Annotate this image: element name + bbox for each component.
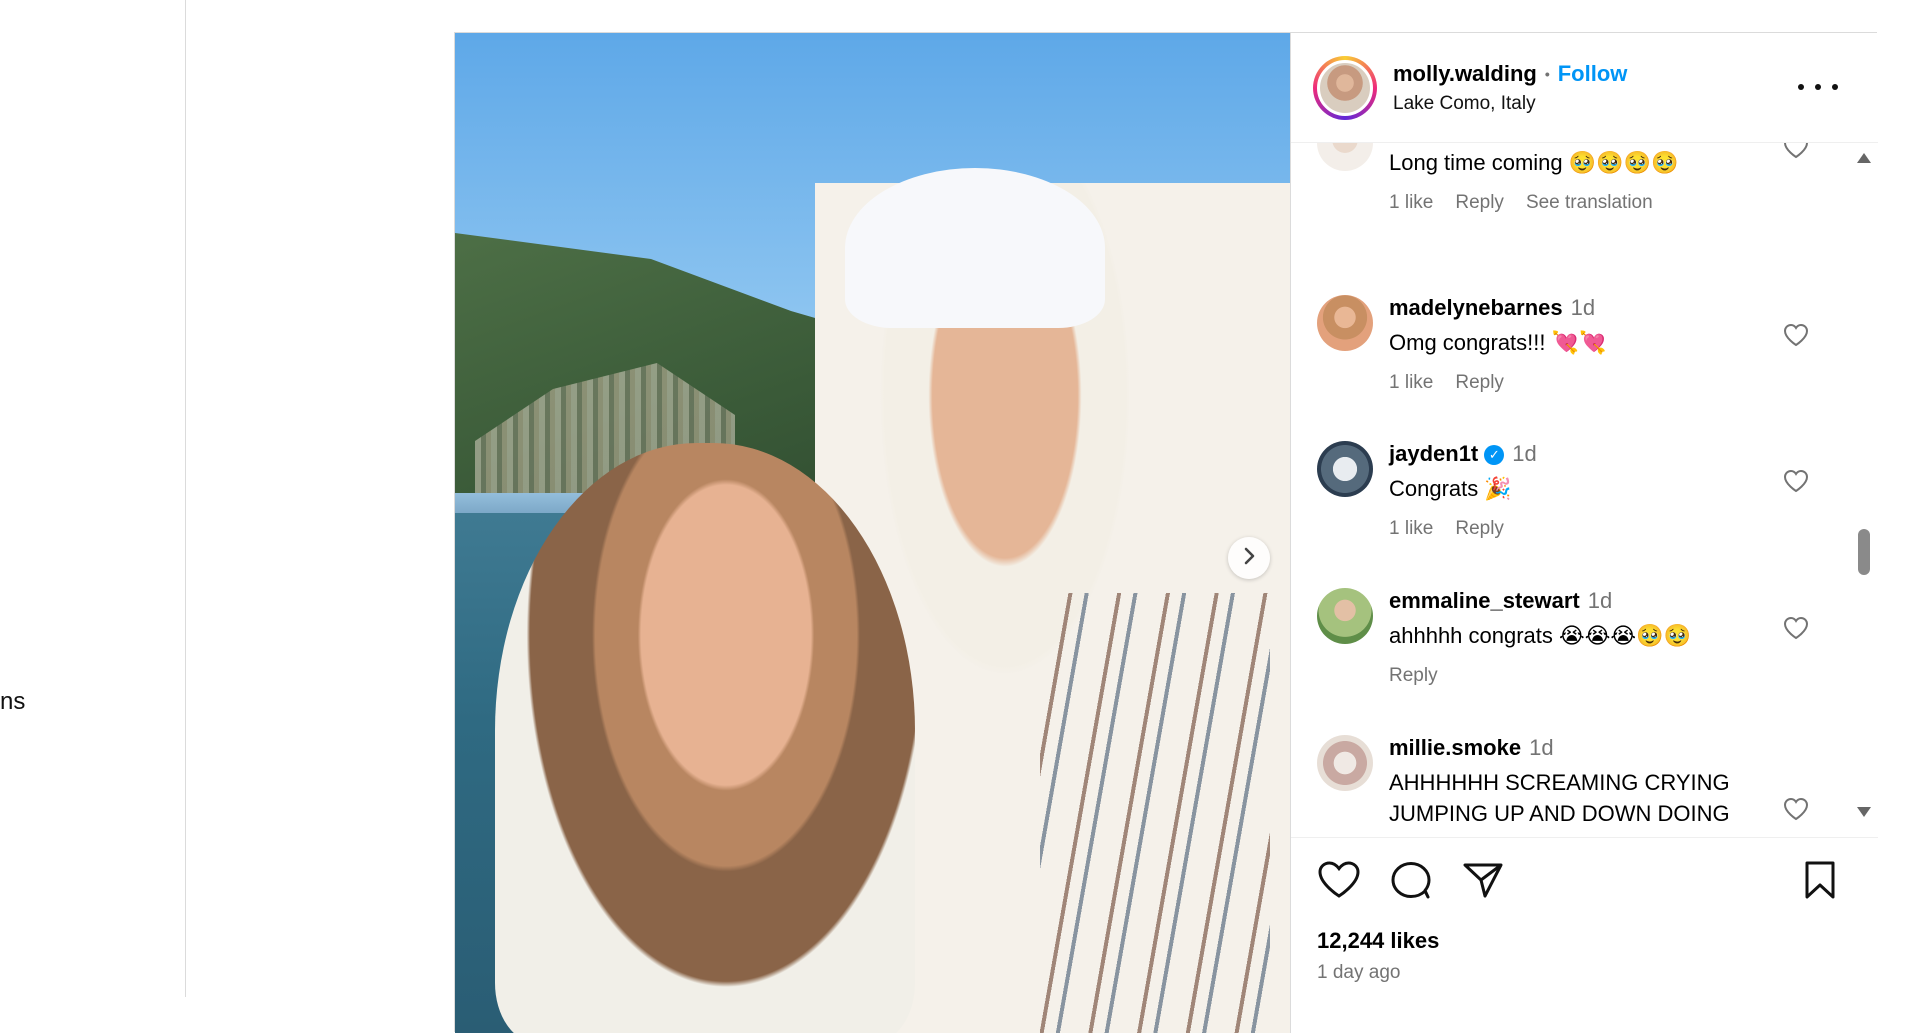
see-translation-button[interactable]: See translation [1526,192,1653,214]
comment-username[interactable]: emmaline_stewart [1389,588,1580,613]
comment-username[interactable]: madelynebarnes [1389,295,1563,320]
author-username[interactable]: molly.walding [1393,61,1537,87]
comment-likes[interactable]: 1 like [1389,372,1433,394]
reply-button[interactable]: Reply [1455,518,1504,540]
comment-text: Congrats 🎉 [1389,476,1512,501]
heart-icon[interactable] [1317,860,1361,905]
comment-text: Long time coming 🥹🥹🥹🥹 [1389,150,1679,175]
likes-count[interactable]: 12,244 likes [1317,928,1439,954]
post-timestamp[interactable]: 1 day ago [1317,962,1400,984]
comment-time[interactable]: 1d [1529,735,1553,760]
comment-time[interactable]: 1d [1588,588,1612,613]
photo-shirt-stripes [1040,593,1270,1033]
comment-time[interactable]: 1d [1571,295,1595,320]
separator-dot: • [1544,65,1550,82]
comment-avatar[interactable] [1317,588,1373,644]
scroll-up-arrow-icon[interactable] [1857,153,1871,163]
comment-text: AHHHHHH SCREAMING CRYING JUMPING UP AND … [1389,770,1730,826]
follow-button[interactable]: Follow [1558,61,1628,87]
heart-icon[interactable] [1783,797,1809,826]
scroll-thumb[interactable] [1858,529,1870,575]
comment-time[interactable]: 1d [1512,441,1536,466]
comment-avatar[interactable] [1317,143,1373,171]
heart-icon[interactable] [1783,616,1809,645]
comment-avatar[interactable] [1317,735,1373,791]
chevron-right-icon [1239,546,1259,571]
comment-username[interactable]: millie.smoke [1389,735,1521,760]
heart-icon[interactable] [1783,323,1809,352]
comment-likes[interactable]: 1 like [1389,192,1433,214]
reply-button[interactable]: Reply [1389,665,1438,687]
photo-woman [495,443,915,1033]
post-location[interactable]: Lake Como, Italy [1393,93,1627,115]
action-icons [1317,860,1505,905]
heart-icon[interactable] [1783,469,1809,498]
post-header: molly.walding • Follow Lake Como, Italy [1291,33,1878,143]
post-actions-bar: 12,244 likes 1 day ago [1291,837,1878,1033]
scroll-down-arrow-icon[interactable] [1857,807,1871,817]
more-icon [1798,84,1838,90]
comment-text: ahhhhh congrats 😭😭😭🥹🥹 [1389,623,1691,648]
share-icon[interactable] [1461,860,1505,905]
comment-avatar[interactable] [1317,441,1373,497]
comment-text: Omg congrats!!! 💘💘 [1389,330,1607,355]
author-meta: molly.walding • Follow Lake Como, Italy [1393,61,1627,115]
photo-cap [845,168,1105,328]
reply-button[interactable]: Reply [1455,192,1504,214]
more-options-button[interactable] [1798,75,1838,99]
comment-username[interactable]: jayden1t [1389,441,1478,466]
post-modal: molly.walding • Follow Lake Como, Italy … [454,32,1878,1033]
post-side-panel: molly.walding • Follow Lake Como, Italy … [1290,33,1878,1033]
nav-item-label-fragment[interactable]: ns [0,688,25,716]
heart-icon[interactable] [1783,143,1809,164]
comment-avatar[interactable] [1317,295,1373,351]
next-photo-button[interactable] [1228,537,1270,579]
left-navigation: ns [0,0,186,997]
bookmark-icon[interactable] [1802,860,1838,905]
verified-badge-icon: ✓ [1484,445,1505,465]
post-photo[interactable] [455,33,1290,1033]
comments-scrollbar[interactable] [1857,153,1871,817]
reply-button[interactable]: Reply [1455,372,1504,394]
comment-icon[interactable] [1389,860,1433,905]
author-line: molly.walding • Follow [1393,61,1627,87]
comments-list[interactable]: Long time coming 🥹🥹🥹🥹 1 like Reply See t… [1291,143,1878,837]
comment-likes[interactable]: 1 like [1389,518,1433,540]
author-avatar[interactable] [1313,55,1377,120]
